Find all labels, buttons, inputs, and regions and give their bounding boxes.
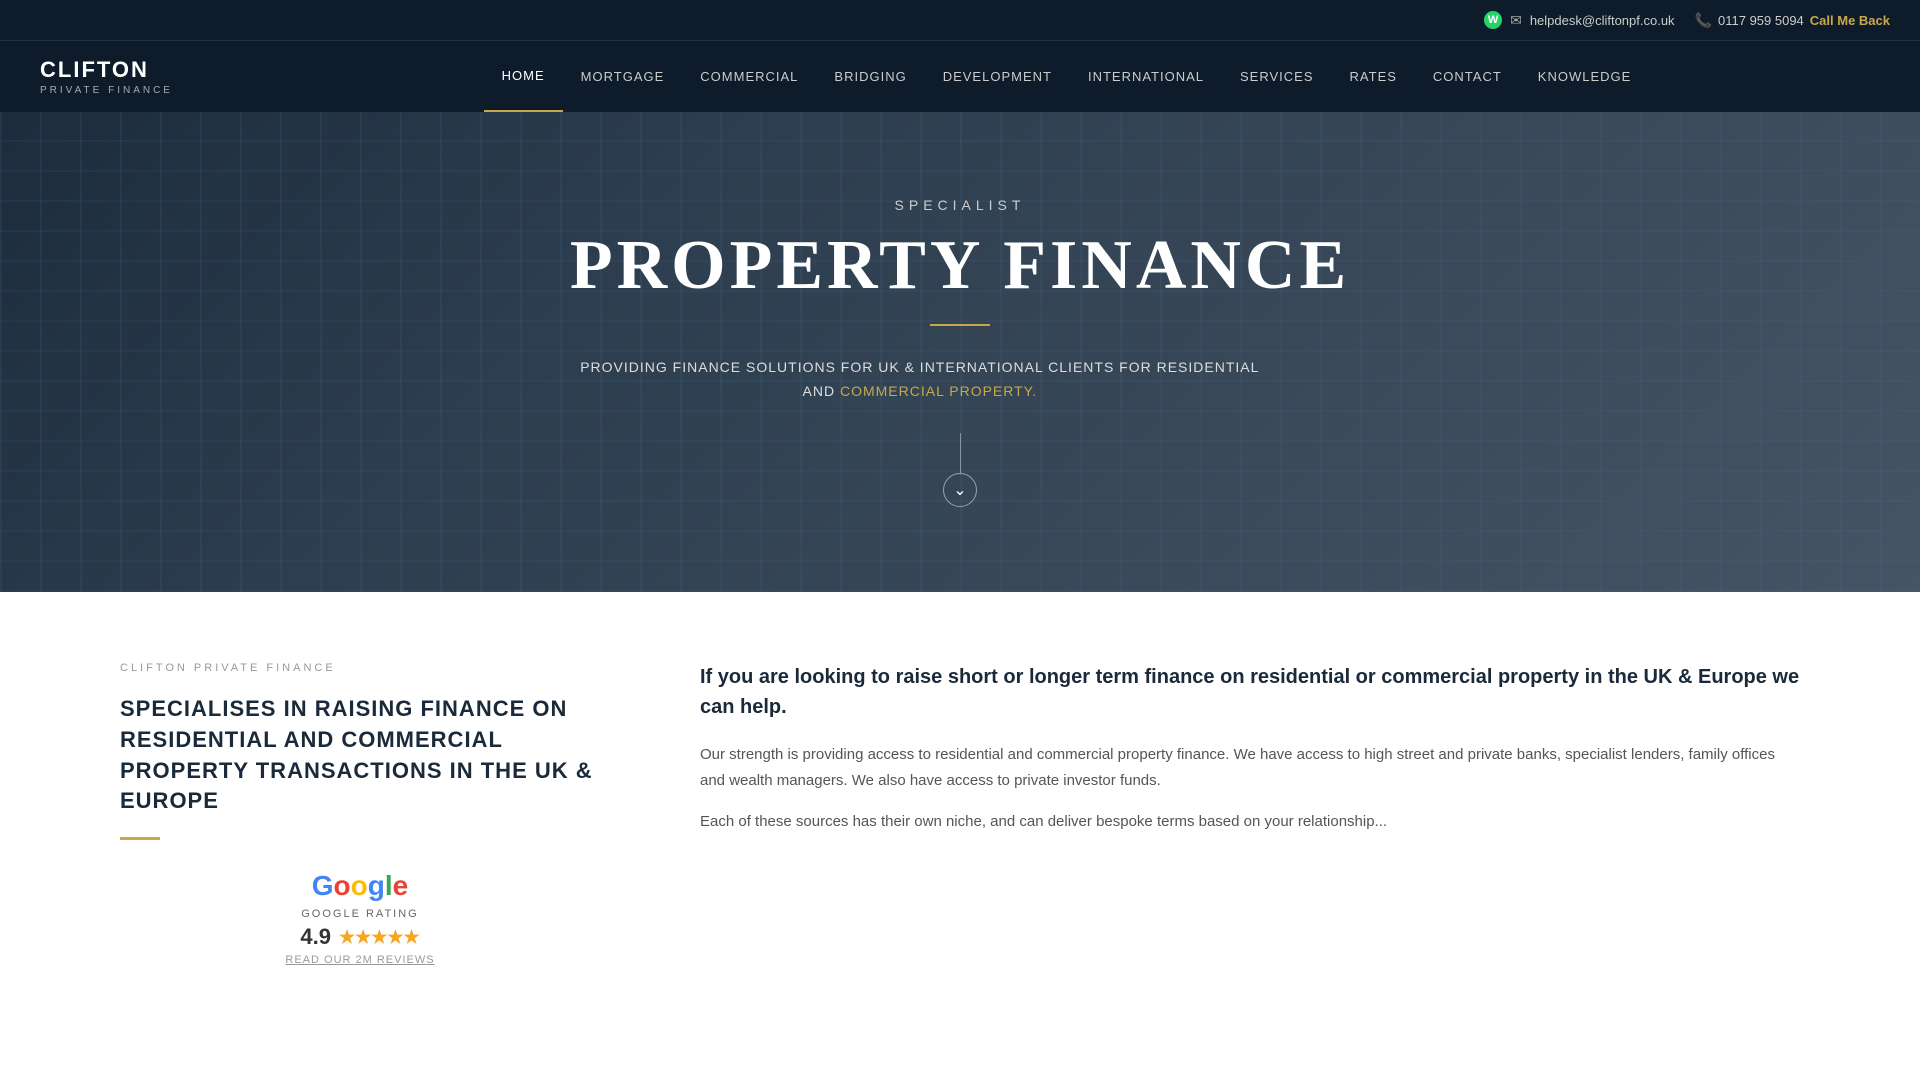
call-me-back-link[interactable]: Call Me Back [1810,13,1890,28]
section-heading: SPECIALISES IN RAISING FINANCE ON RESIDE… [120,694,600,817]
chevron-down-icon: ⌄ [953,480,966,500]
nav-bridging[interactable]: BRIDGING [816,41,924,113]
hero-scroll: ⌄ [943,433,977,507]
nav-contact[interactable]: CONTACT [1415,41,1520,113]
google-logo: Google [312,870,408,902]
rating-stars: ★★★★★ [339,927,420,948]
mail-icon: ✉ [1510,12,1522,29]
content-left: CLIFTON PRIVATE FINANCE SPECIALISES IN R… [120,662,600,966]
phone-number: 0117 959 5094 [1718,13,1804,28]
nav-knowledge[interactable]: KNOWLEDGE [1520,41,1650,113]
rating-score-row: 4.9 ★★★★★ [300,924,419,950]
email-link[interactable]: helpdesk@cliftonpf.co.uk [1530,13,1675,28]
hero-subtitle: PROVIDING FINANCE SOLUTIONS FOR UK & INT… [570,356,1270,404]
hero-section: SPECIALIST PROPERTY FINANCE PROVIDING FI… [0,112,1920,592]
logo[interactable]: CLIFTON PRIVATE FINANCE [40,57,173,96]
whatsapp-icon[interactable]: W [1484,11,1502,29]
nav-development[interactable]: DEVELOPMENT [925,41,1070,113]
section-label: CLIFTON PRIVATE FINANCE [120,662,600,674]
right-intro: If you are looking to raise short or lon… [700,662,1800,722]
hero-scroll-button[interactable]: ⌄ [943,473,977,507]
read-reviews-link[interactable]: READ OUR 2M REVIEWS [285,954,434,966]
content-section: CLIFTON PRIVATE FINANCE SPECIALISES IN R… [0,592,1920,1026]
nav-mortgage[interactable]: MORTGAGE [563,41,683,113]
top-bar: W ✉ helpdesk@cliftonpf.co.uk 📞 0117 959 … [0,0,1920,40]
right-para2: Each of these sources has their own nich… [700,809,1800,835]
logo-subtitle: PRIVATE FINANCE [40,85,173,96]
phone-icon: 📞 [1695,12,1712,29]
topbar-email-area: W ✉ helpdesk@cliftonpf.co.uk [1484,11,1674,29]
right-para1: Our strength is providing access to resi… [700,742,1800,793]
nav-international[interactable]: INTERNATIONAL [1070,41,1222,113]
hero-scroll-line [960,433,961,473]
hero-content: SPECIALIST PROPERTY FINANCE PROVIDING FI… [570,197,1350,404]
content-right: If you are looking to raise short or lon… [700,662,1800,966]
navbar: CLIFTON PRIVATE FINANCE HOME MORTGAGE CO… [0,40,1920,112]
nav-services[interactable]: SERVICES [1222,41,1332,113]
hero-divider [930,324,990,326]
topbar-phone-area: 📞 0117 959 5094 Call Me Back [1695,12,1890,29]
hero-title: PROPERTY FINANCE [570,227,1350,304]
google-rating-label: GOOGLE RATING [301,908,418,920]
nav-links: HOME MORTGAGE COMMERCIAL BRIDGING DEVELO… [253,41,1880,113]
nav-rates[interactable]: RATES [1332,41,1415,113]
hero-specialist-label: SPECIALIST [570,197,1350,213]
section-divider [120,837,160,840]
logo-name: CLIFTON [40,57,173,83]
rating-number: 4.9 [300,924,331,950]
hero-subtitle-highlight: COMMERCIAL PROPERTY. [840,383,1037,399]
google-rating-block: Google GOOGLE RATING 4.9 ★★★★★ READ OUR … [120,870,600,966]
nav-home[interactable]: HOME [484,41,563,113]
nav-commercial[interactable]: COMMERCIAL [682,41,816,113]
